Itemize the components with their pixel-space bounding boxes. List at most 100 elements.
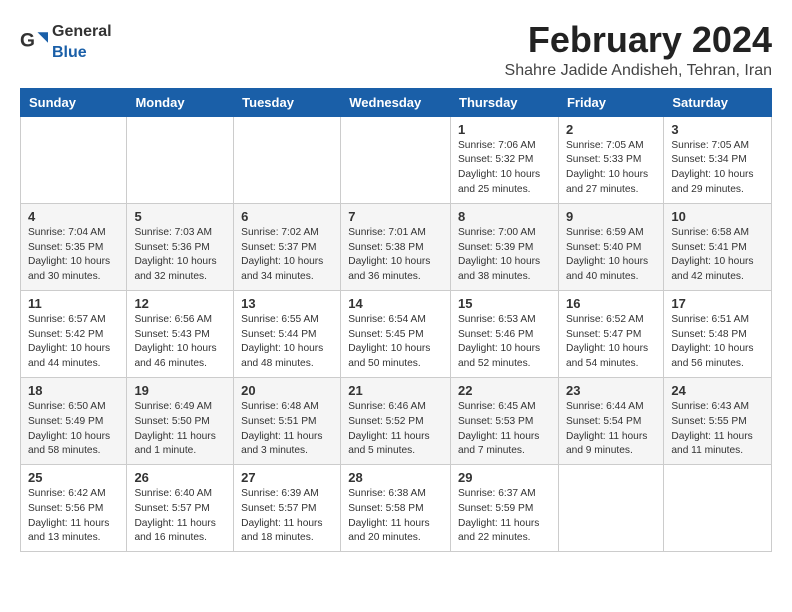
calendar-week-row: 25 Sunrise: 6:42 AM Sunset: 5:56 PM Dayli… [21, 465, 772, 552]
day-info: Sunrise: 6:37 AM Sunset: 5:59 PM Dayligh… [458, 487, 551, 546]
calendar-cell: 4Sunrise: 7:04 AM Sunset: 5:35 PM Daylig… [21, 203, 127, 290]
calendar-cell: 2 Sunrise: 7:05 AM Sunset: 5:33 PM Daylig… [558, 116, 663, 203]
calendar-week-row: 18 Sunrise: 6:50 AM Sunset: 5:49 PM Dayli… [21, 377, 772, 464]
day-info: Sunrise: 7:05 AM Sunset: 5:33 PM Dayligh… [566, 139, 656, 198]
day-number: 18 [28, 383, 119, 398]
calendar-cell: 22 Sunrise: 6:45 AM Sunset: 5:53 PM Dayli… [451, 377, 559, 464]
day-info: Sunrise: 6:48 AM Sunset: 5:51 PM Dayligh… [241, 400, 333, 459]
calendar-cell [664, 465, 772, 552]
calendar-cell: 5 Sunrise: 7:03 AM Sunset: 5:36 PM Daylig… [127, 203, 234, 290]
calendar-cell: 12Sunrise: 6:56 AM Sunset: 5:43 PM Dayli… [127, 290, 234, 377]
day-number: 11 [28, 296, 119, 311]
day-number: 14 [348, 296, 443, 311]
calendar-cell [21, 116, 127, 203]
calendar-cell: 17Sunrise: 6:51 AM Sunset: 5:48 PM Dayli… [664, 290, 772, 377]
logo-general: General [52, 23, 112, 40]
weekday-header-tuesday: Tuesday [234, 88, 341, 116]
header: G General Blue February 2024 Shahre Jadi… [20, 20, 772, 80]
day-info: Sunrise: 6:46 AM Sunset: 5:52 PM Dayligh… [348, 400, 443, 459]
weekday-header-saturday: Saturday [664, 88, 772, 116]
day-info: Sunrise: 7:00 AM Sunset: 5:39 PM Dayligh… [458, 226, 551, 285]
calendar-cell: 29 Sunrise: 6:37 AM Sunset: 5:59 PM Dayli… [451, 465, 559, 552]
day-info: Sunrise: 6:52 AM Sunset: 5:47 PM Dayligh… [566, 313, 656, 372]
day-number: 7 [348, 209, 443, 224]
day-number: 28 [348, 470, 443, 485]
calendar-cell: 14 Sunrise: 6:54 AM Sunset: 5:45 PM Dayli… [341, 290, 451, 377]
calendar-week-row: 1Sunrise: 7:06 AM Sunset: 5:32 PM Daylig… [21, 116, 772, 203]
day-info: Sunrise: 6:45 AM Sunset: 5:53 PM Dayligh… [458, 400, 551, 459]
calendar-cell: 27 Sunrise: 6:39 AM Sunset: 5:57 PM Dayli… [234, 465, 341, 552]
calendar-cell: 6 Sunrise: 7:02 AM Sunset: 5:37 PM Daylig… [234, 203, 341, 290]
calendar-cell: 10 Sunrise: 6:58 AM Sunset: 5:41 PM Dayli… [664, 203, 772, 290]
day-number: 23 [566, 383, 656, 398]
day-number: 26 [134, 470, 226, 485]
day-number: 13 [241, 296, 333, 311]
day-info: Sunrise: 7:02 AM Sunset: 5:37 PM Dayligh… [241, 226, 333, 285]
day-number: 6 [241, 209, 333, 224]
day-info: Sunrise: 7:04 AM Sunset: 5:35 PM Dayligh… [28, 226, 119, 285]
calendar-cell: 13 Sunrise: 6:55 AM Sunset: 5:44 PM Dayli… [234, 290, 341, 377]
day-info: Sunrise: 7:05 AM Sunset: 5:34 PM Dayligh… [671, 139, 764, 198]
calendar-cell: 16 Sunrise: 6:52 AM Sunset: 5:47 PM Dayli… [558, 290, 663, 377]
day-info: Sunrise: 6:39 AM Sunset: 5:57 PM Dayligh… [241, 487, 333, 546]
weekday-header-sunday: Sunday [21, 88, 127, 116]
calendar-cell: 9 Sunrise: 6:59 AM Sunset: 5:40 PM Daylig… [558, 203, 663, 290]
calendar-cell [127, 116, 234, 203]
day-number: 22 [458, 383, 551, 398]
weekday-header-thursday: Thursday [451, 88, 559, 116]
day-number: 15 [458, 296, 551, 311]
day-number: 9 [566, 209, 656, 224]
day-number: 27 [241, 470, 333, 485]
day-info: Sunrise: 6:40 AM Sunset: 5:57 PM Dayligh… [134, 487, 226, 546]
day-number: 2 [566, 122, 656, 137]
day-info: Sunrise: 6:38 AM Sunset: 5:58 PM Dayligh… [348, 487, 443, 546]
calendar-cell: 18 Sunrise: 6:50 AM Sunset: 5:49 PM Dayli… [21, 377, 127, 464]
calendar-cell [234, 116, 341, 203]
calendar-cell: 20Sunrise: 6:48 AM Sunset: 5:51 PM Dayli… [234, 377, 341, 464]
day-number: 16 [566, 296, 656, 311]
location-subtitle: Shahre Jadide Andisheh, Tehran, Iran [505, 62, 772, 80]
day-number: 10 [671, 209, 764, 224]
calendar-cell: 1Sunrise: 7:06 AM Sunset: 5:32 PM Daylig… [451, 116, 559, 203]
day-info: Sunrise: 6:51 AM Sunset: 5:48 PM Dayligh… [671, 313, 764, 372]
calendar-cell: 23 Sunrise: 6:44 AM Sunset: 5:54 PM Dayli… [558, 377, 663, 464]
calendar-cell: 7Sunrise: 7:01 AM Sunset: 5:38 PM Daylig… [341, 203, 451, 290]
day-info: Sunrise: 6:58 AM Sunset: 5:41 PM Dayligh… [671, 226, 764, 285]
calendar-cell [558, 465, 663, 552]
calendar-cell: 25 Sunrise: 6:42 AM Sunset: 5:56 PM Dayli… [21, 465, 127, 552]
day-info: Sunrise: 7:03 AM Sunset: 5:36 PM Dayligh… [134, 226, 226, 285]
calendar-week-row: 4Sunrise: 7:04 AM Sunset: 5:35 PM Daylig… [21, 203, 772, 290]
day-number: 29 [458, 470, 551, 485]
logo: G General Blue [20, 20, 112, 62]
day-info: Sunrise: 6:50 AM Sunset: 5:49 PM Dayligh… [28, 400, 119, 459]
calendar-cell: 8 Sunrise: 7:00 AM Sunset: 5:39 PM Daylig… [451, 203, 559, 290]
title-block: February 2024 Shahre Jadide Andisheh, Te… [505, 20, 772, 80]
day-info: Sunrise: 6:53 AM Sunset: 5:46 PM Dayligh… [458, 313, 551, 372]
day-number: 3 [671, 122, 764, 137]
day-number: 8 [458, 209, 551, 224]
day-info: Sunrise: 6:49 AM Sunset: 5:50 PM Dayligh… [134, 400, 226, 459]
logo-icon: G [20, 27, 48, 55]
weekday-header-wednesday: Wednesday [341, 88, 451, 116]
day-info: Sunrise: 6:55 AM Sunset: 5:44 PM Dayligh… [241, 313, 333, 372]
weekday-header-monday: Monday [127, 88, 234, 116]
calendar-cell: 24Sunrise: 6:43 AM Sunset: 5:55 PM Dayli… [664, 377, 772, 464]
day-info: Sunrise: 6:44 AM Sunset: 5:54 PM Dayligh… [566, 400, 656, 459]
logo-blue: Blue [52, 44, 87, 61]
calendar-cell: 11 Sunrise: 6:57 AM Sunset: 5:42 PM Dayli… [21, 290, 127, 377]
calendar-cell: 3 Sunrise: 7:05 AM Sunset: 5:34 PM Daylig… [664, 116, 772, 203]
day-number: 5 [134, 209, 226, 224]
day-number: 1 [458, 122, 551, 137]
day-info: Sunrise: 6:57 AM Sunset: 5:42 PM Dayligh… [28, 313, 119, 372]
day-info: Sunrise: 6:59 AM Sunset: 5:40 PM Dayligh… [566, 226, 656, 285]
svg-text:G: G [20, 30, 35, 51]
day-number: 12 [134, 296, 226, 311]
weekday-header-row: SundayMondayTuesdayWednesdayThursdayFrid… [21, 88, 772, 116]
day-number: 25 [28, 470, 119, 485]
calendar-cell: 26 Sunrise: 6:40 AM Sunset: 5:57 PM Dayli… [127, 465, 234, 552]
day-number: 21 [348, 383, 443, 398]
day-info: Sunrise: 6:42 AM Sunset: 5:56 PM Dayligh… [28, 487, 119, 546]
calendar-week-row: 11 Sunrise: 6:57 AM Sunset: 5:42 PM Dayli… [21, 290, 772, 377]
day-info: Sunrise: 6:54 AM Sunset: 5:45 PM Dayligh… [348, 313, 443, 372]
month-year-title: February 2024 [505, 20, 772, 60]
